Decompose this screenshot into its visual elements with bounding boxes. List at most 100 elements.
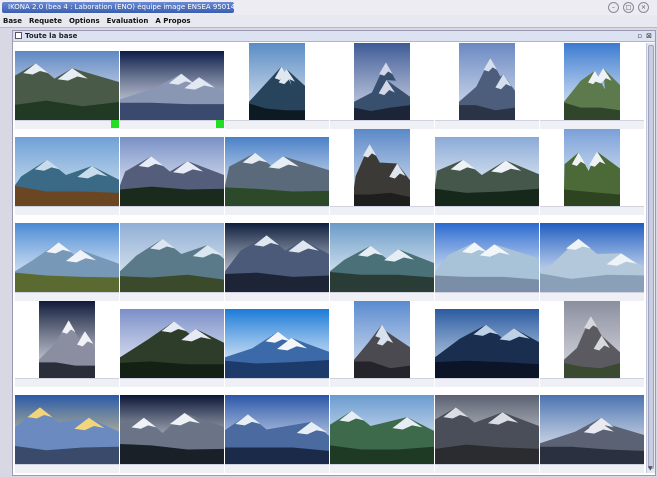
panel-controls: ▫ ⊠ [637,31,652,41]
image-thumbnail-27[interactable] [225,387,329,473]
mountain-photo [354,301,410,385]
scrollbar-thumb[interactable] [648,45,654,469]
image-thumbnail-17[interactable] [435,215,539,301]
menu-options[interactable]: Options [69,17,100,25]
image-thumbnail-19[interactable] [15,301,119,387]
thumbnail-status-bar [435,206,539,215]
image-thumbnail-7[interactable] [15,129,119,215]
thumbnail-status-bar [120,206,224,215]
thumbnail-status-bar [540,206,644,215]
mountain-photo [120,223,224,292]
thumbnail-status-bar [225,206,329,215]
restore-panel-button[interactable]: ▫ [637,31,642,41]
thumbnail-status-bar [225,378,329,387]
mountain-photo [120,137,224,206]
mountain-photo [15,137,119,206]
mountain-photo [435,395,539,464]
image-thumbnail-30[interactable] [540,387,644,473]
image-thumbnail-28[interactable] [330,387,434,473]
thumbnail-status-bar [120,292,224,301]
mountain-photo [540,395,644,464]
image-thumbnail-13[interactable] [15,215,119,301]
mountain-photo [39,301,95,385]
mountain-photo [564,43,620,127]
vertical-scrollbar[interactable]: ▼ [646,43,655,473]
image-thumbnail-1[interactable] [15,43,119,129]
image-thumbnail-15[interactable] [225,215,329,301]
image-thumbnail-5[interactable] [435,43,539,129]
mountain-photo [15,51,119,120]
image-database-panel: Toute la base ▫ ⊠ ▼ [12,30,656,476]
close-panel-button[interactable]: ⊠ [646,31,652,41]
mountain-photo [15,395,119,464]
image-thumbnail-4[interactable] [330,43,434,129]
image-thumbnail-3[interactable] [225,43,329,129]
mountain-photo [564,301,620,385]
maximize-button[interactable]: □ [623,2,634,13]
thumbnail-status-bar [540,464,644,473]
image-thumbnail-9[interactable] [225,129,329,215]
thumbnail-status-bar [15,378,119,387]
menu-a-propos[interactable]: A Propos [155,17,190,25]
image-thumbnail-14[interactable] [120,215,224,301]
menu-requete[interactable]: Requete [29,17,62,25]
thumbnail-status-bar [225,464,329,473]
window-icon [15,32,22,39]
image-thumbnail-20[interactable] [120,301,224,387]
window-titlebar[interactable]: IKONA 2.0 (bea 4 : Laboration (ENO) équi… [0,0,657,15]
mountain-photo [435,223,539,292]
mountain-photo [225,309,329,378]
mountain-photo [249,43,305,127]
thumbnail-status-bar [330,206,434,215]
thumbnail-status-bar [15,206,119,215]
minimize-button[interactable]: – [608,2,619,13]
image-thumbnail-2[interactable] [120,43,224,129]
mountain-photo [225,137,329,206]
thumbnail-status-bar [120,464,224,473]
thumbnail-status-bar [540,120,644,129]
scroll-down-arrow-icon[interactable]: ▼ [648,465,653,472]
mountain-photo [225,223,329,292]
mountain-photo [330,395,434,464]
image-thumbnail-21[interactable] [225,301,329,387]
image-thumbnail-11[interactable] [435,129,539,215]
panel-header: Toute la base ▫ ⊠ [13,31,655,42]
thumbnail-status-bar [330,378,434,387]
thumbnail-status-bar [225,120,329,129]
mountain-photo [540,223,644,292]
selection-marker[interactable] [216,120,224,128]
thumbnail-status-bar [225,292,329,301]
image-thumbnail-23[interactable] [435,301,539,387]
image-thumbnail-24[interactable] [540,301,644,387]
thumbnail-grid [15,43,644,473]
mountain-photo [459,43,515,127]
thumbnail-status-bar [330,464,434,473]
image-thumbnail-12[interactable] [540,129,644,215]
image-thumbnail-18[interactable] [540,215,644,301]
mountain-photo [435,309,539,378]
close-button[interactable]: × [638,2,649,13]
selection-marker[interactable] [111,120,119,128]
image-thumbnail-16[interactable] [330,215,434,301]
thumbnail-status-bar [435,378,539,387]
menu-evaluation[interactable]: Evaluation [107,17,149,25]
image-thumbnail-25[interactable] [15,387,119,473]
mountain-photo [225,395,329,464]
image-thumbnail-22[interactable] [330,301,434,387]
image-thumbnail-29[interactable] [435,387,539,473]
window-controls: – □ × [608,2,649,13]
menu-base[interactable]: Base [3,17,22,25]
mountain-photo [15,223,119,292]
image-thumbnail-26[interactable] [120,387,224,473]
image-thumbnail-8[interactable] [120,129,224,215]
image-thumbnail-10[interactable] [330,129,434,215]
mountain-photo [120,51,224,120]
thumbnail-status-bar [120,378,224,387]
mountain-photo [354,129,410,213]
image-thumbnail-6[interactable] [540,43,644,129]
thumbnail-status-bar [540,378,644,387]
menu-bar: Base Requete Options Evaluation A Propos [0,15,657,28]
thumbnail-status-bar [15,464,119,473]
thumbnail-status-bar [435,292,539,301]
thumbnail-status-bar [435,120,539,129]
